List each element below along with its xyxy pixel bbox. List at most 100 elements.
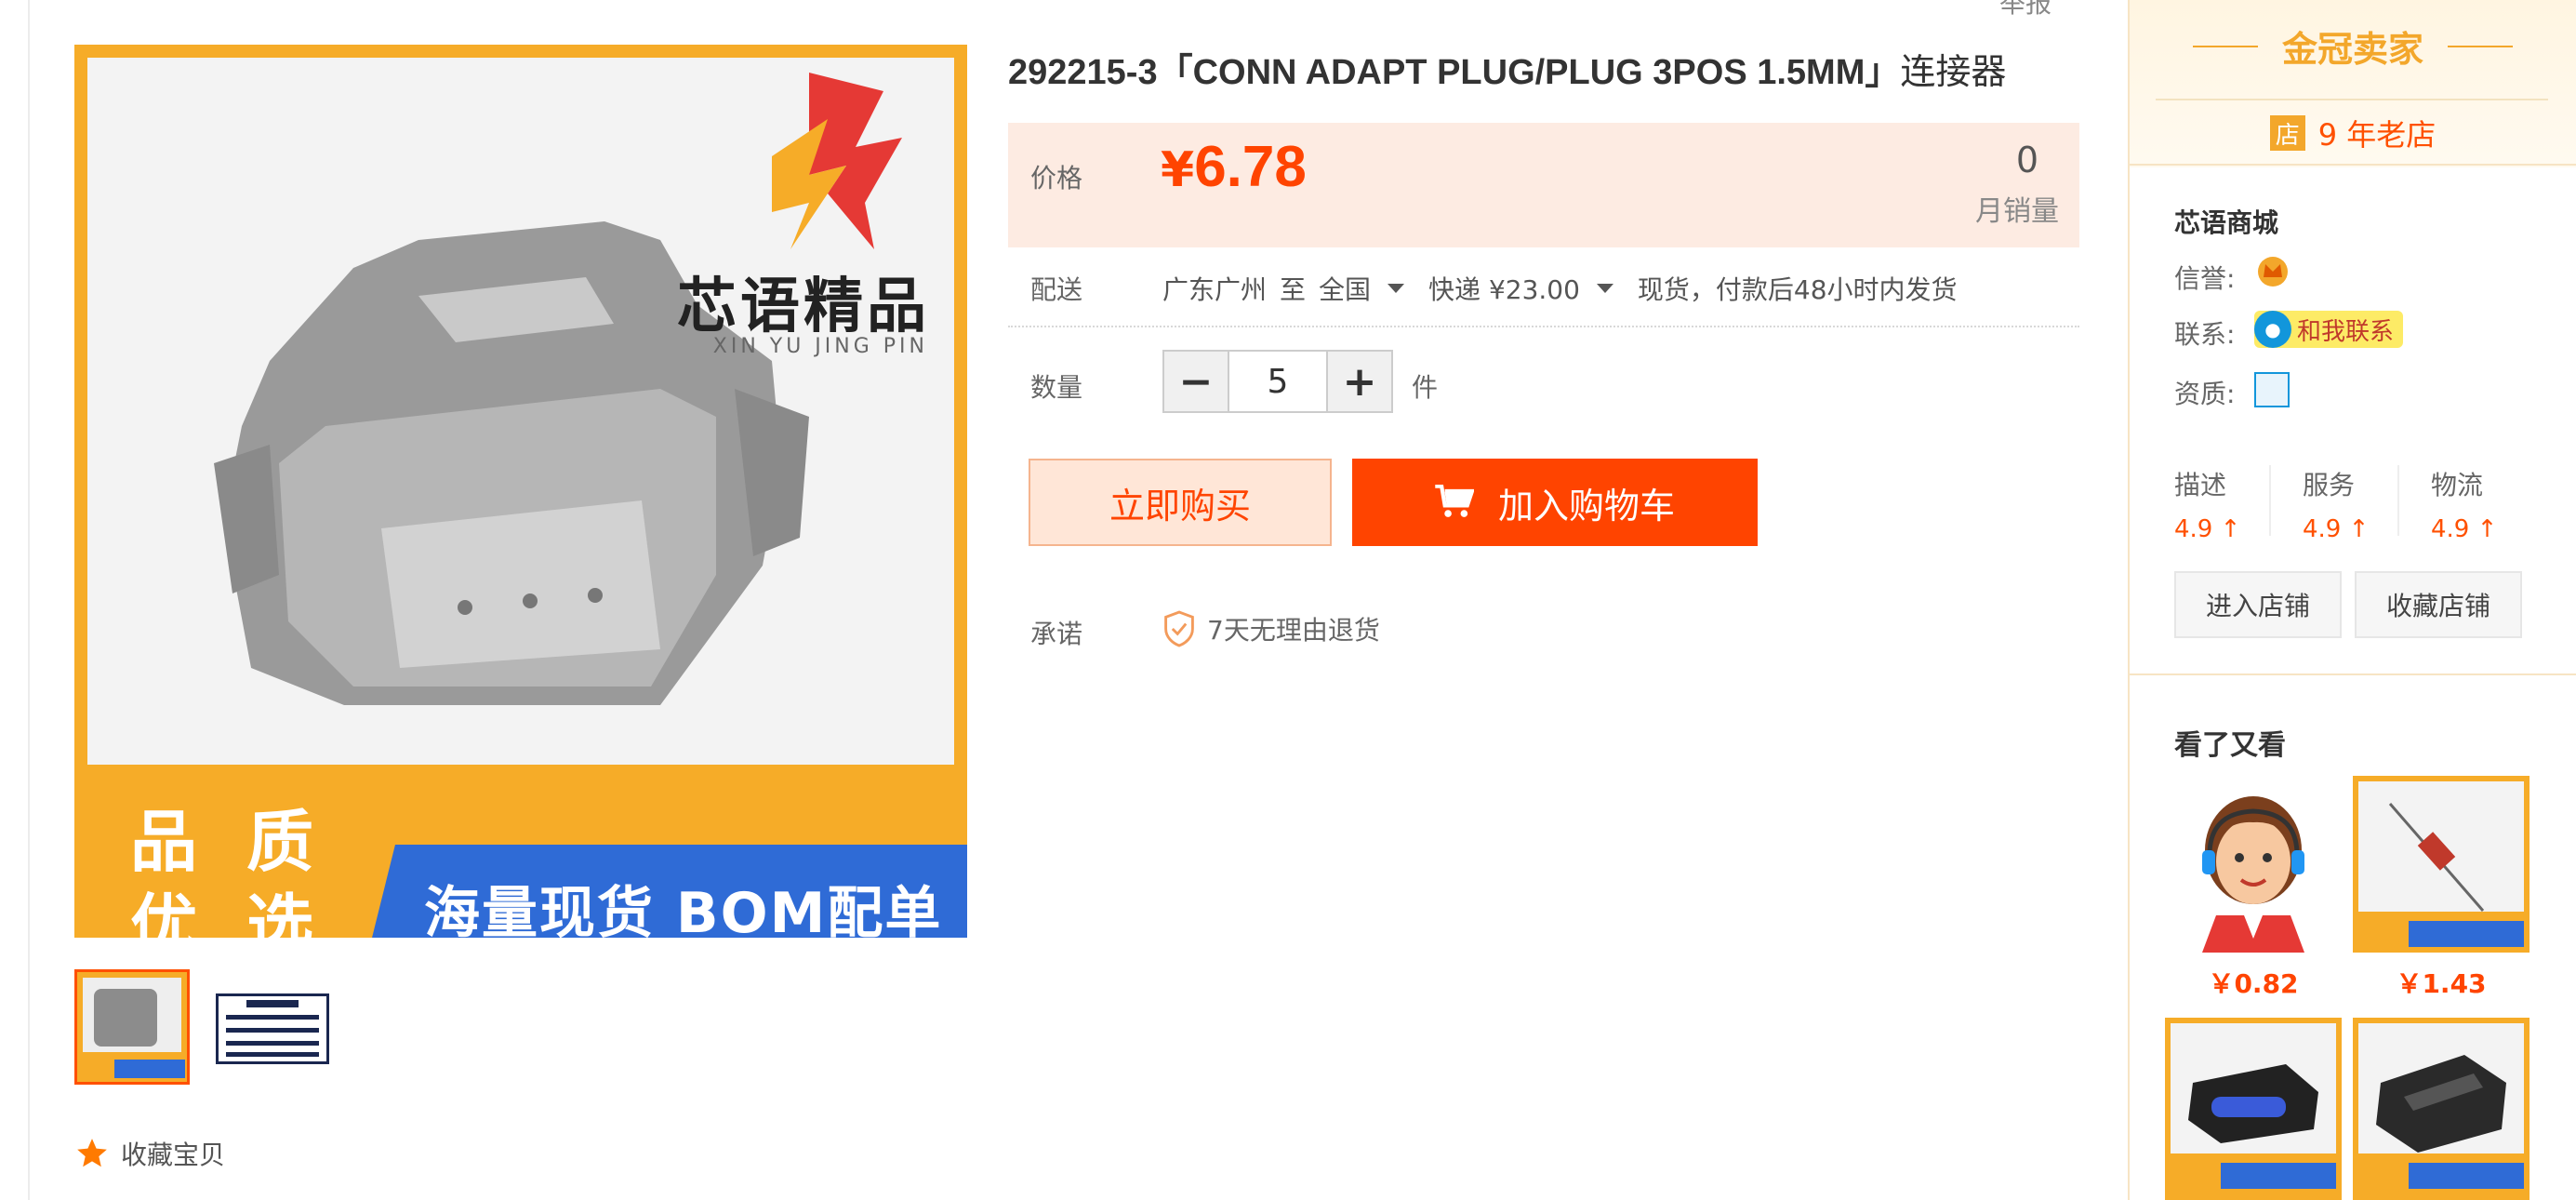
ship-note: 现货，付款后48小时内发货 [1637, 274, 1958, 305]
chevron-down-icon[interactable] [1388, 284, 1405, 293]
thumbnail-line [226, 1041, 319, 1046]
rating-score: 4.9 ↑ [2431, 515, 2498, 543]
decor-line [2448, 45, 2513, 47]
recommendation-item-4[interactable] [2353, 1018, 2530, 1200]
report-link[interactable]: 举报 [1999, 0, 2052, 20]
recommendation-item-2[interactable] [2353, 776, 2530, 953]
thumbnail-line [226, 1015, 319, 1020]
promise-label: 承诺 [1030, 619, 1083, 649]
divider [2130, 673, 2576, 675]
shipping-row: 广东广州 至 全国 快递 ¥23.00 现货，付款后48小时内发货 [1162, 270, 1958, 307]
ship-method-select[interactable]: 快递 ¥23.00 [1428, 270, 1580, 307]
divider [2130, 164, 2576, 166]
monthly-sales-count: 0 [2015, 140, 2039, 180]
product-title-suffix: 连接器 [1900, 53, 2007, 92]
quantity-stepper: − 5 + [1162, 350, 1393, 413]
ship-to-word: 至 [1280, 274, 1307, 305]
ship-from: 广东广州 [1162, 274, 1268, 305]
crown-reputation-icon[interactable] [2254, 253, 2291, 290]
product-title: 292215-3「CONN ADAPT PLUG/PLUG 3POS 1.5MM… [1008, 43, 2006, 94]
shield-check-icon [1164, 610, 1194, 647]
currency-symbol: ¥ [1161, 142, 1195, 198]
monthly-sales-label: 月销量 [1975, 195, 2059, 228]
product-title-main: 292215-3「CONN ADAPT PLUG/PLUG 3POS 1.5MM… [1008, 53, 1901, 92]
thumbnail-1[interactable] [74, 969, 190, 1085]
brand-name-en: XIN YU JING PIN [712, 335, 928, 358]
rating-name: 描述 [2174, 470, 2227, 500]
thumbnail-line [226, 1052, 319, 1057]
quality-line-1: 品 质 [130, 803, 327, 881]
rating-score: 4.9 ↑ [2303, 515, 2370, 543]
shop-age-text: 9 年老店 [2317, 117, 2437, 153]
divider [2269, 465, 2271, 536]
recommendation-item-3[interactable] [2165, 1018, 2342, 1200]
shipping-label: 配送 [1030, 274, 1083, 305]
also-viewed-title: 看了又看 [2174, 729, 2286, 762]
chat-icon: ● [2254, 311, 2291, 348]
thumbnail-line [226, 1028, 319, 1033]
recommendation-price-1[interactable]: ￥0.82 [2165, 964, 2342, 1001]
rec-banner [2221, 1163, 2336, 1189]
cart-icon [1435, 485, 1474, 517]
promise-text: 7天无理由退货 [1207, 615, 1380, 646]
star-icon [77, 1139, 107, 1167]
page-border [28, 0, 30, 1200]
shop-name[interactable]: 芯语商城 [2174, 203, 2278, 240]
add-to-cart-label: 加入购物车 [1497, 485, 1675, 527]
rating-logistics: 物流 4.9 ↑ [2431, 465, 2552, 543]
quality-slogan: 品 质 优 选 [130, 800, 326, 938]
rating-service: 服务 4.9 ↑ [2303, 465, 2423, 543]
thumbnail-2[interactable] [216, 993, 329, 1064]
rating-score: 4.9 ↑ [2174, 515, 2241, 543]
diode-image [2388, 803, 2485, 912]
favorite-shop-button[interactable]: 收藏店铺 [2355, 571, 2522, 638]
reputation-label: 信誉: [2174, 263, 2236, 294]
divider [1008, 326, 2079, 327]
favorite-item-button[interactable]: 收藏宝贝 [74, 1135, 225, 1172]
promise-item[interactable]: 7天无理由退货 [1162, 610, 1380, 647]
shop-icon: 店 [2269, 115, 2305, 151]
buy-now-button[interactable]: 立即购买 [1029, 459, 1332, 546]
thumbnail-product [94, 989, 157, 1047]
main-product-image[interactable]: 芯语精品 XIN YU JING PIN 品 质 优 选 海量现货 BOM配单 [74, 45, 967, 938]
rec-banner [2409, 921, 2524, 947]
decor-line [2192, 45, 2258, 47]
rating-name: 物流 [2431, 470, 2484, 500]
favorite-item-label: 收藏宝贝 [121, 1140, 226, 1170]
bom-banner-text: 海量现货 BOM配单 [424, 881, 943, 938]
quantity-increase-button[interactable]: + [1326, 352, 1391, 411]
seller-badge-title: 金冠卖家 [2281, 29, 2423, 70]
price-label: 价格 [1030, 163, 1083, 193]
brand-logo-icon [772, 73, 902, 249]
gold-crown-seller: 金冠卖家 [2130, 20, 2576, 72]
chevron-down-icon[interactable] [1596, 284, 1613, 293]
rating-description: 描述 4.9 ↑ [2174, 465, 2295, 543]
quantity-unit: 件 [1412, 372, 1439, 403]
recommendation-item-1[interactable] [2165, 776, 2342, 953]
quantity-input[interactable]: 5 [1229, 352, 1326, 411]
brand-name-cn: 芯语精品 [677, 273, 930, 341]
shop-age: 店 9 年老店 [2130, 112, 2576, 154]
license-icon[interactable] [2254, 372, 2290, 407]
rec-banner [2409, 1163, 2524, 1189]
add-to-cart-button[interactable]: 加入购物车 [1352, 459, 1758, 546]
divider [2397, 465, 2399, 536]
quantity-decrease-button[interactable]: − [1164, 352, 1229, 411]
rating-name: 服务 [2303, 470, 2356, 500]
usb-connector-image [2188, 1064, 2318, 1143]
price-number: 6.78 [1194, 135, 1307, 199]
recommendation-price-2[interactable]: ￥1.43 [2353, 964, 2530, 1001]
contact-seller-button[interactable]: ● 和我联系 [2254, 311, 2404, 348]
quality-line-2: 优 选 [130, 887, 327, 938]
quantity-label: 数量 [1030, 372, 1083, 403]
qualification-label: 资质: [2174, 379, 2236, 409]
price-value: ¥6.78 [1161, 134, 1307, 200]
divider [2156, 99, 2548, 100]
thumbnail-header [246, 1000, 299, 1007]
thumbnail-banner [114, 1060, 185, 1078]
enter-shop-button[interactable]: 进入店铺 [2174, 571, 2342, 638]
contact-seller-label: 和我联系 [2297, 317, 2395, 346]
ship-destination-select[interactable]: 全国 [1319, 270, 1371, 307]
header-connector-image [2376, 1055, 2506, 1153]
customer-service-avatar-icon [2202, 796, 2304, 953]
